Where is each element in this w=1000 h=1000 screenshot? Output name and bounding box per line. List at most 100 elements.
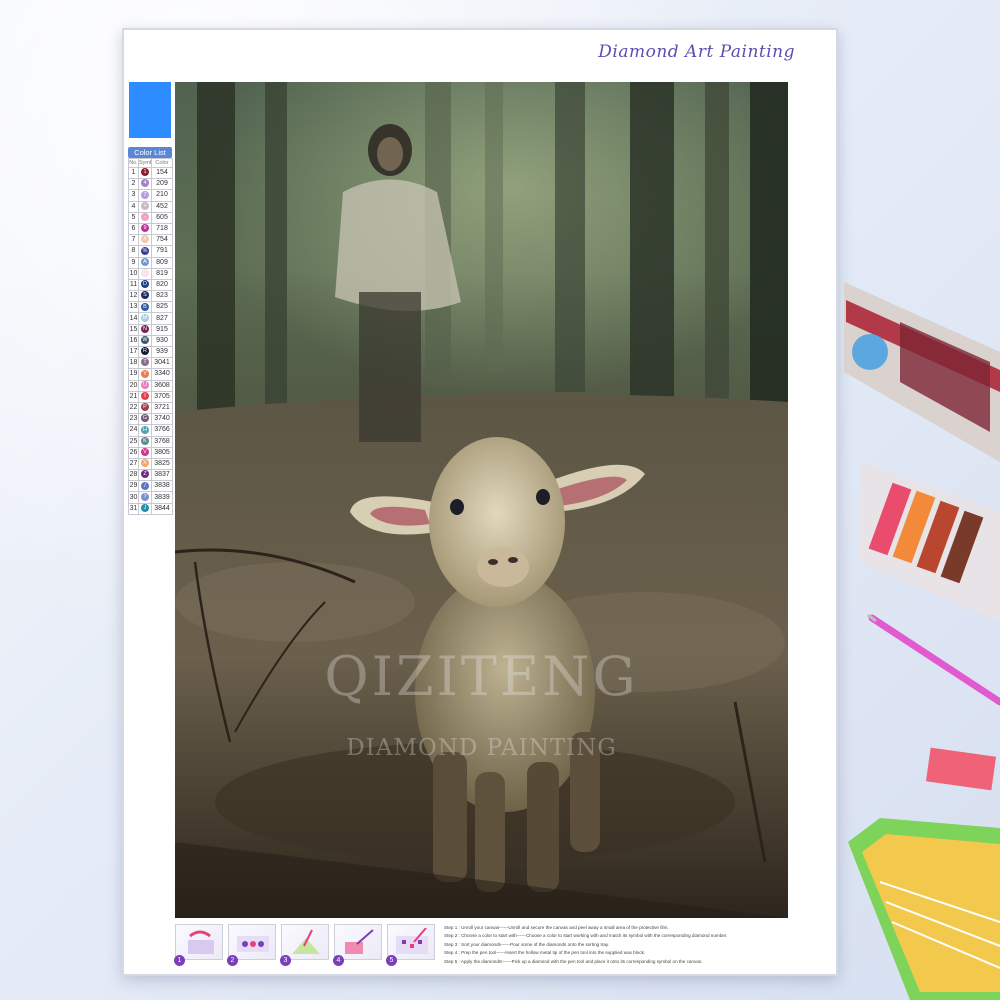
color-symbol-cell: # — [138, 234, 152, 247]
color-list-row: 8% 791 — [128, 245, 173, 258]
color-symbol: V — [141, 448, 149, 456]
color-code: 3705 — [151, 390, 173, 403]
column-header: No. — [128, 158, 139, 168]
color-number: 19 — [128, 368, 139, 381]
color-symbol-cell: % — [138, 245, 152, 258]
color-symbol: N — [141, 325, 149, 333]
color-number: 10 — [128, 267, 139, 280]
color-symbol-cell: - — [138, 211, 152, 224]
color-list-row: 13 B 825 — [128, 301, 173, 314]
color-symbol-cell: H — [138, 424, 152, 437]
color-number: 9 — [128, 256, 139, 269]
color-list-row: 18 T 3041 — [128, 357, 173, 370]
color-symbol-cell: A — [138, 256, 152, 269]
color-symbol-cell: G — [138, 413, 152, 426]
diamond-pen — [867, 613, 1000, 706]
color-number: 20 — [128, 379, 139, 392]
color-symbol-cell: S — [138, 290, 152, 303]
color-code: 809 — [151, 256, 173, 269]
color-symbol-cell: B — [138, 301, 152, 314]
color-symbol-cell: D — [138, 278, 152, 292]
color-number: 18 — [128, 357, 139, 370]
color-number: 13 — [128, 301, 139, 314]
color-code: 3838 — [151, 480, 173, 493]
color-symbol-cell: R — [138, 345, 152, 359]
color-number: 25 — [128, 435, 139, 448]
step-illustration: 3 — [280, 924, 329, 966]
color-number: 4 — [128, 200, 139, 213]
color-symbol-cell: I — [138, 390, 152, 403]
color-code: 3608 — [151, 379, 173, 392]
color-list-row: 28 Z 3837 — [128, 469, 173, 482]
instructions: Step 1 : Unroll your canvas------Unroll … — [444, 924, 774, 966]
instruction-line: Step 4 : Prep the pen tool------Insert t… — [444, 950, 646, 956]
color-list-row: 14 M 827 — [128, 312, 173, 325]
color-code: 3766 — [151, 424, 173, 437]
color-number: 3 — [128, 189, 139, 202]
color-number: 6 — [128, 222, 139, 236]
column-header: Symbol — [138, 158, 152, 168]
step-illustration: 1 — [174, 924, 223, 966]
color-number: 24 — [128, 424, 139, 437]
color-symbol: 7 — [141, 190, 149, 199]
color-list-columns: No. Symbol Color — [128, 158, 173, 168]
color-symbol-cell: ? — [138, 491, 152, 504]
step-number: 4 — [333, 955, 344, 966]
watermark-subtitle: DIAMOND PAINTING — [346, 735, 617, 761]
color-symbol: H — [141, 425, 149, 434]
column-header: Color — [151, 158, 173, 168]
color-code: 819 — [151, 267, 173, 280]
color-symbol: 1 — [141, 168, 149, 177]
sort-tray-icon — [292, 929, 320, 954]
color-list-row: 15 N 915 — [128, 323, 173, 336]
color-symbol: + — [141, 202, 149, 210]
color-number: 31 — [128, 502, 139, 515]
instruction-line: Step 3 : Sort your diamonds------Pour so… — [444, 941, 610, 947]
watermark-brand: QIZITENG — [324, 645, 639, 708]
color-list-row: 7 #754 — [128, 234, 173, 247]
color-number: 15 — [128, 323, 139, 336]
color-code: 209 — [151, 178, 173, 191]
rolled-canvas-sample — [844, 282, 1000, 462]
color-code: 820 — [151, 278, 173, 292]
color-list-table: No. Symbol Color 1115424209372104+4525-6… — [128, 158, 173, 515]
color-symbol: W — [141, 336, 149, 345]
color-number: 28 — [128, 469, 139, 482]
instruction-line: Step 2 : Choose a color to start with---… — [444, 933, 728, 939]
color-list-row: 2 4 209 — [128, 178, 173, 191]
color-list-row: 25 K 3768 — [128, 435, 173, 448]
color-symbol-cell: Z — [138, 469, 152, 482]
color-symbol-cell: K — [138, 435, 152, 448]
color-symbol: # — [141, 235, 149, 244]
color-code: 791 — [151, 245, 173, 258]
color-symbol-cell: T — [138, 357, 152, 370]
color-number: 21 — [128, 390, 139, 403]
color-symbol: P — [141, 403, 149, 412]
color-code: 3837 — [151, 469, 173, 482]
color-list-header: Color List — [128, 147, 172, 158]
color-symbol: B — [141, 302, 149, 311]
color-list-row: 31 J 3844 — [128, 502, 173, 515]
color-code: 3839 — [151, 491, 173, 504]
color-code: 210 — [151, 189, 173, 202]
color-symbol-cell: U — [138, 379, 152, 392]
color-symbol-cell: M — [138, 312, 152, 325]
color-list-row: 30? 3839 — [128, 491, 173, 504]
color-symbol: T — [141, 358, 149, 367]
color-symbol: S — [141, 291, 149, 300]
color-list-row: 20 U 3608 — [128, 379, 173, 392]
color-number: 29 — [128, 480, 139, 493]
color-number: 26 — [128, 446, 139, 459]
color-code: 605 — [151, 211, 173, 224]
color-number: 14 — [128, 312, 139, 325]
color-symbol: D — [141, 280, 149, 289]
color-code: 3041 — [151, 357, 173, 370]
color-number: 12 — [128, 290, 139, 303]
lamb-painting — [175, 82, 788, 918]
step-number: 1 — [174, 955, 185, 966]
color-number: 30 — [128, 491, 139, 504]
color-symbol: M — [141, 313, 149, 322]
color-list-row: 4 +452 — [128, 200, 173, 213]
color-code: 3768 — [151, 435, 173, 448]
preview-swatch — [129, 82, 171, 138]
